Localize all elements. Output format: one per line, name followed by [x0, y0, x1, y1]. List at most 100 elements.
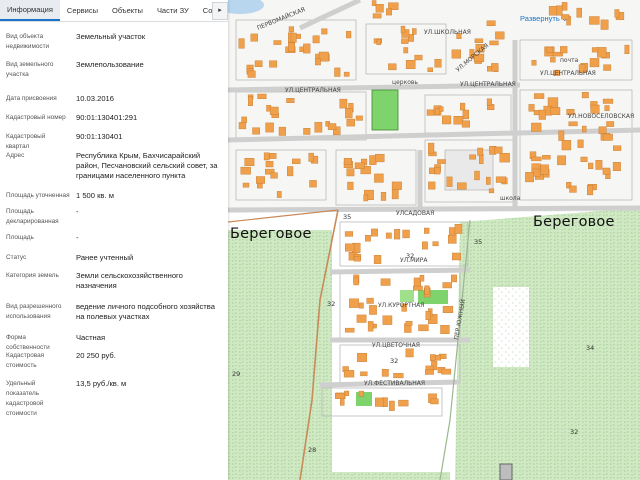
building — [469, 154, 477, 160]
building — [238, 38, 245, 49]
building — [582, 125, 587, 133]
info-row: Площадь уточненная 1 500 кв. м — [0, 191, 228, 207]
building — [343, 157, 353, 165]
street-label: почта — [560, 57, 579, 64]
info-row: Удельный показатель кадастровой стоимост… — [0, 379, 228, 417]
building — [346, 168, 355, 177]
building — [486, 98, 492, 106]
tab-information[interactable]: Информация — [0, 0, 60, 21]
building — [288, 26, 295, 33]
building — [292, 158, 301, 164]
building — [344, 231, 354, 237]
building — [602, 133, 613, 141]
tab-services[interactable]: Сервисы — [60, 0, 105, 21]
building — [269, 60, 278, 68]
building — [614, 9, 620, 18]
tab-parcel-parts[interactable]: Части ЗУ — [150, 0, 196, 21]
building — [486, 20, 496, 26]
building — [430, 398, 439, 405]
building — [451, 274, 457, 283]
info-row: Кадастровая стоимость 20 250 руб. — [0, 351, 228, 379]
info-value: Земли сельскохозяйственного назначения — [76, 271, 183, 290]
info-row: Площадь - — [0, 233, 228, 253]
building — [345, 243, 355, 252]
street-label: школа — [500, 195, 521, 202]
info-row: Кадастровый квартал 90:01:130401 — [0, 132, 228, 151]
building — [354, 162, 365, 169]
building — [428, 181, 436, 190]
building — [441, 368, 452, 375]
building — [434, 167, 441, 175]
building — [595, 160, 603, 170]
building — [371, 228, 378, 237]
building — [400, 25, 406, 34]
building — [290, 32, 297, 43]
building — [550, 56, 556, 63]
building — [589, 58, 600, 68]
building — [495, 31, 505, 40]
building — [538, 109, 546, 120]
info-row: Вид разрешенного использования ведение л… — [0, 302, 228, 333]
building — [349, 298, 359, 308]
info-row: Кадастровый номер 90:01:130401:291 — [0, 113, 228, 132]
building — [276, 191, 282, 198]
info-value: 20 250 руб. — [76, 351, 116, 360]
building — [434, 108, 441, 115]
building — [366, 297, 374, 304]
building — [353, 277, 359, 286]
building — [355, 115, 363, 121]
chevron-right-icon[interactable]: ▸ — [212, 2, 228, 20]
building — [462, 109, 469, 120]
street-label: УЛ.ЦЕНТРАЛЬНАЯ — [285, 87, 341, 94]
building — [321, 28, 328, 35]
building — [375, 397, 384, 407]
building — [477, 147, 484, 156]
building — [561, 2, 568, 11]
street-label: УЛ.ЦВЕТОЧНАЯ — [372, 342, 420, 349]
building — [345, 327, 355, 333]
info-value: 90:01:130401 — [76, 132, 123, 141]
building — [494, 146, 503, 154]
info-value: 13,5 руб./кв. м — [76, 379, 127, 388]
building — [403, 47, 409, 54]
building — [375, 3, 384, 13]
street-label: УЛ.ЦЕНТРАЛЬНАЯ — [540, 70, 596, 77]
building — [448, 234, 457, 244]
info-value: Ранее учтенный — [76, 253, 134, 262]
info-label: Кадастровый квартал — [6, 133, 46, 150]
building — [312, 35, 320, 44]
building — [347, 181, 354, 190]
building — [247, 70, 256, 78]
building — [357, 353, 367, 362]
building — [238, 122, 247, 130]
building — [340, 399, 345, 406]
building — [534, 93, 545, 99]
building — [405, 348, 414, 358]
building — [589, 16, 600, 25]
building — [240, 166, 251, 175]
parcel-number: 32 — [390, 357, 398, 365]
building — [254, 60, 263, 67]
building — [486, 176, 491, 185]
building — [345, 107, 353, 119]
info-label: Вид разрешенного использования — [6, 303, 62, 320]
info-value: - — [76, 207, 79, 216]
building — [353, 256, 361, 262]
building — [525, 172, 535, 183]
building — [369, 305, 377, 315]
building — [546, 46, 554, 53]
building — [308, 152, 314, 162]
building — [531, 122, 542, 132]
expand-button[interactable]: Развернуть ⌄ — [520, 14, 568, 23]
info-label: Удельный показатель кадастровой стоимост… — [6, 380, 44, 417]
building — [356, 314, 367, 323]
building — [561, 140, 572, 151]
building — [422, 241, 428, 250]
building — [257, 93, 267, 100]
tab-objects[interactable]: Объекты — [105, 0, 150, 21]
building — [358, 390, 364, 397]
building — [597, 47, 607, 58]
building — [343, 71, 350, 77]
building — [256, 176, 265, 184]
building — [269, 153, 277, 159]
